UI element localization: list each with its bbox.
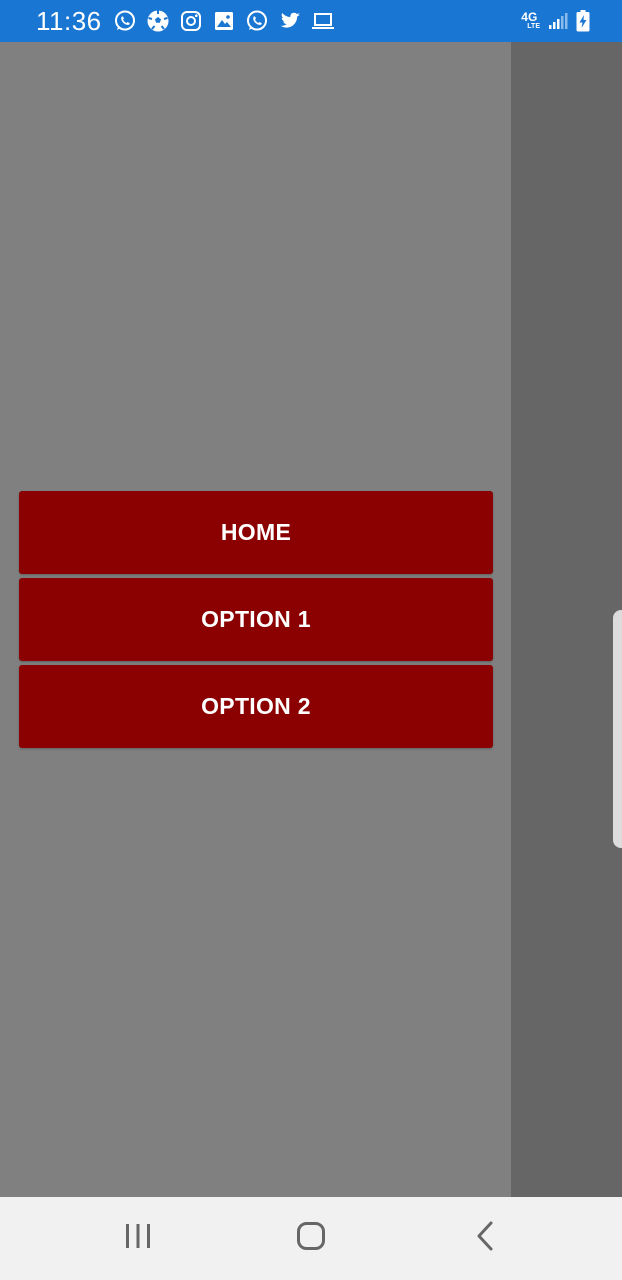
home-button[interactable]: HOME (19, 491, 493, 574)
network-type-icon: 4G LTE (521, 11, 540, 31)
soccer-ball-icon (145, 8, 171, 34)
recent-apps-button[interactable] (108, 1217, 168, 1259)
back-icon (475, 1221, 495, 1256)
home-icon (296, 1221, 326, 1256)
edge-panel-handle[interactable] (613, 610, 622, 848)
notification-icons (112, 8, 343, 34)
whatsapp-icon (244, 8, 270, 34)
gallery-icon (211, 8, 237, 34)
status-bar: 11:36 4G LTE (0, 0, 622, 42)
instagram-icon (178, 8, 204, 34)
status-time: 11:36 (36, 6, 102, 36)
recent-apps-icon (123, 1222, 153, 1255)
network-sublabel: LTE (527, 23, 540, 30)
signal-icon (548, 11, 568, 31)
drawer-menu: HOME OPTION 1 OPTION 2 (19, 491, 493, 752)
network-label: 4G (521, 10, 538, 24)
home-nav-button[interactable] (281, 1217, 341, 1259)
back-button[interactable] (455, 1217, 515, 1259)
option-2-button[interactable]: OPTION 2 (19, 665, 493, 748)
whatsapp-icon (112, 8, 138, 34)
system-navigation-bar (0, 1197, 622, 1280)
option-1-button[interactable]: OPTION 1 (19, 578, 493, 661)
battery-charging-icon (576, 10, 590, 32)
laptop-icon (310, 8, 336, 34)
system-icons: 4G LTE (513, 9, 590, 33)
app-screen: 11:36 4G LTE HOME OPTION 1 OPTION 2 (0, 0, 622, 1280)
twitter-icon (277, 8, 303, 34)
